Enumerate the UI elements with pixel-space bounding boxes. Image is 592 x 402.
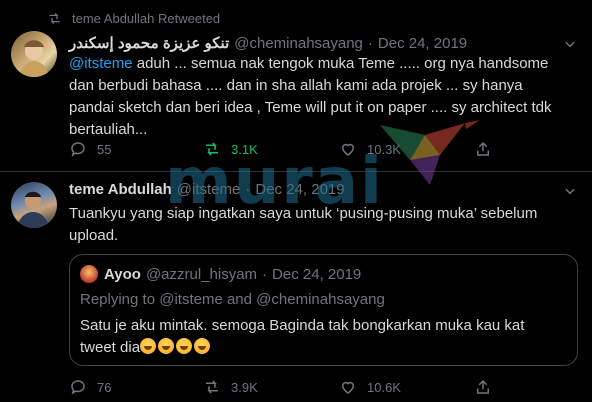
retweet-count: 3.1K bbox=[231, 141, 258, 157]
chevron-down-icon[interactable] bbox=[563, 37, 577, 51]
tweet-date: Dec 24, 2019 bbox=[272, 265, 362, 283]
tweet-header: teme Abdullah @itsteme · Dec 24, 2019 bbox=[69, 181, 345, 198]
reply-count: 55 bbox=[97, 141, 112, 157]
reply-button[interactable]: 55 bbox=[69, 140, 111, 158]
user-handle[interactable]: @cheminahsayang bbox=[234, 35, 363, 52]
tweet-text: @itsteme aduh ... semua nak tengok muka … bbox=[69, 53, 569, 141]
retweet-button[interactable]: 3.9K bbox=[203, 378, 258, 396]
share-icon bbox=[477, 141, 489, 156]
tweet-body: aduh ... semua nak tengok muka Teme ....… bbox=[69, 55, 556, 138]
quoted-tweet-text: Satu je aku mintak. semoga Baginda tak b… bbox=[80, 315, 560, 359]
retweet-banner[interactable]: teme Abdullah Retweeted bbox=[47, 9, 220, 27]
user-handle: @azzrul_hisyam bbox=[145, 265, 258, 283]
replying-to-label: Replying to bbox=[80, 291, 160, 308]
quoted-tweet-header: Ayoo @azzrul_hisyam · Dec 24, 2019 bbox=[80, 265, 361, 283]
avatar[interactable] bbox=[11, 31, 57, 77]
tweet-header: تنكو عزيزة محمود إسكندر @cheminahsayang … bbox=[69, 34, 467, 53]
like-count: 10.3K bbox=[367, 141, 401, 157]
reply-icon bbox=[71, 380, 85, 395]
separator: · bbox=[245, 181, 251, 198]
grinning-sweat-emoji bbox=[140, 338, 212, 356]
retweet-icon bbox=[206, 142, 218, 156]
divider bbox=[0, 171, 592, 172]
share-button[interactable] bbox=[474, 378, 492, 396]
chevron-down-icon[interactable] bbox=[563, 184, 577, 198]
separator: · bbox=[262, 265, 268, 283]
display-name[interactable]: تنكو عزيزة محمود إسكندر bbox=[69, 34, 229, 52]
reply-icon bbox=[71, 142, 85, 157]
retweet-banner-text: teme Abdullah Retweeted bbox=[72, 10, 221, 26]
like-button[interactable]: 10.6K bbox=[339, 378, 401, 396]
reply-handle: @itsteme bbox=[159, 291, 223, 308]
tweet-text: Tuankyu yang siap ingatkan saya untuk ‘p… bbox=[69, 205, 542, 244]
quoted-tweet[interactable]: Ayoo @azzrul_hisyam · Dec 24, 2019 Reply… bbox=[69, 254, 578, 366]
display-name[interactable]: teme Abdullah bbox=[69, 181, 172, 198]
user-handle[interactable]: @itsteme bbox=[177, 181, 241, 198]
avatar[interactable] bbox=[11, 182, 57, 228]
separator: · bbox=[367, 34, 373, 52]
display-name: Ayoo bbox=[104, 265, 141, 283]
like-button[interactable]: 10.3K bbox=[339, 140, 401, 158]
heart-icon bbox=[341, 381, 355, 394]
like-count: 10.6K bbox=[367, 379, 401, 395]
retweet-icon bbox=[49, 12, 60, 24]
replying-to-and: and bbox=[222, 291, 257, 308]
share-icon bbox=[477, 379, 489, 394]
mention-link[interactable]: @itsteme bbox=[69, 55, 133, 72]
tweet-date[interactable]: Dec 24, 2019 bbox=[255, 181, 344, 198]
tweet-date[interactable]: Dec 24, 2019 bbox=[378, 35, 467, 52]
replying-to: Replying to @itsteme and @cheminahsayang bbox=[80, 291, 385, 308]
share-button[interactable] bbox=[474, 140, 492, 158]
reply-button[interactable]: 76 bbox=[69, 378, 111, 396]
reply-handle: @cheminahsayang bbox=[256, 291, 385, 308]
heart-icon bbox=[341, 143, 355, 156]
reply-count: 76 bbox=[97, 379, 112, 395]
retweet-button[interactable]: 3.1K bbox=[203, 140, 258, 158]
avatar bbox=[80, 265, 98, 283]
retweet-icon bbox=[206, 380, 218, 394]
retweet-count: 3.9K bbox=[231, 379, 258, 395]
